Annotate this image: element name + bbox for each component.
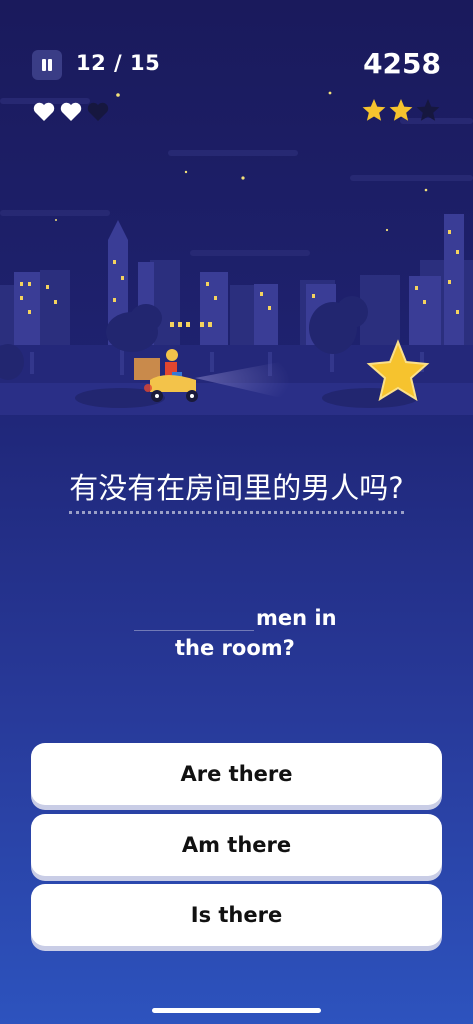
question-prompt-text: 有没有在房间里的男人吗? [69, 471, 404, 514]
star-earned-icon [362, 99, 386, 121]
pause-icon [42, 59, 46, 71]
heart-empty-icon [87, 102, 109, 121]
question-prompt: 有没有在房间里的男人吗? [0, 465, 473, 514]
score-counter: 4258 [363, 47, 441, 80]
game-hud: 12 / 15 4258 [0, 0, 473, 130]
star-rating [362, 99, 440, 121]
pause-icon-bar [48, 59, 52, 71]
answer-blank [134, 630, 254, 631]
question-progress: 12 / 15 [76, 51, 161, 75]
star-empty-icon [416, 99, 440, 121]
home-indicator[interactable] [152, 1008, 321, 1013]
heart-full-icon [33, 102, 55, 121]
lives-indicator [33, 102, 109, 121]
answer-option-1[interactable]: Are there [31, 743, 442, 805]
answer-option-2[interactable]: Am there [31, 814, 442, 876]
star-earned-icon [389, 99, 413, 121]
pause-button[interactable] [32, 50, 62, 80]
sentence-fragment-2: the room? [175, 636, 295, 660]
heart-full-icon [60, 102, 82, 121]
answer-option-3[interactable]: Is there [31, 884, 442, 946]
sentence-fragment-1: men in [256, 606, 337, 630]
